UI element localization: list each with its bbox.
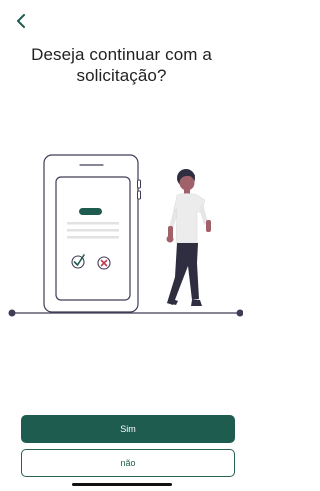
back-button[interactable] — [12, 10, 30, 32]
page-title: Deseja continuar com a solicitação? — [31, 45, 212, 85]
yes-button[interactable]: Sim — [21, 415, 235, 443]
no-button[interactable]: não — [21, 449, 235, 477]
phone-illustration — [43, 154, 141, 313]
person-illustration — [166, 169, 211, 306]
confirmation-illustration — [8, 154, 243, 317]
home-indicator — [72, 483, 172, 486]
no-button-label: não — [120, 458, 136, 468]
yes-button-label: Sim — [120, 424, 136, 434]
floor-dot-left — [8, 309, 16, 317]
floor-dot-right — [236, 309, 243, 317]
chevron-left-icon — [17, 14, 25, 28]
